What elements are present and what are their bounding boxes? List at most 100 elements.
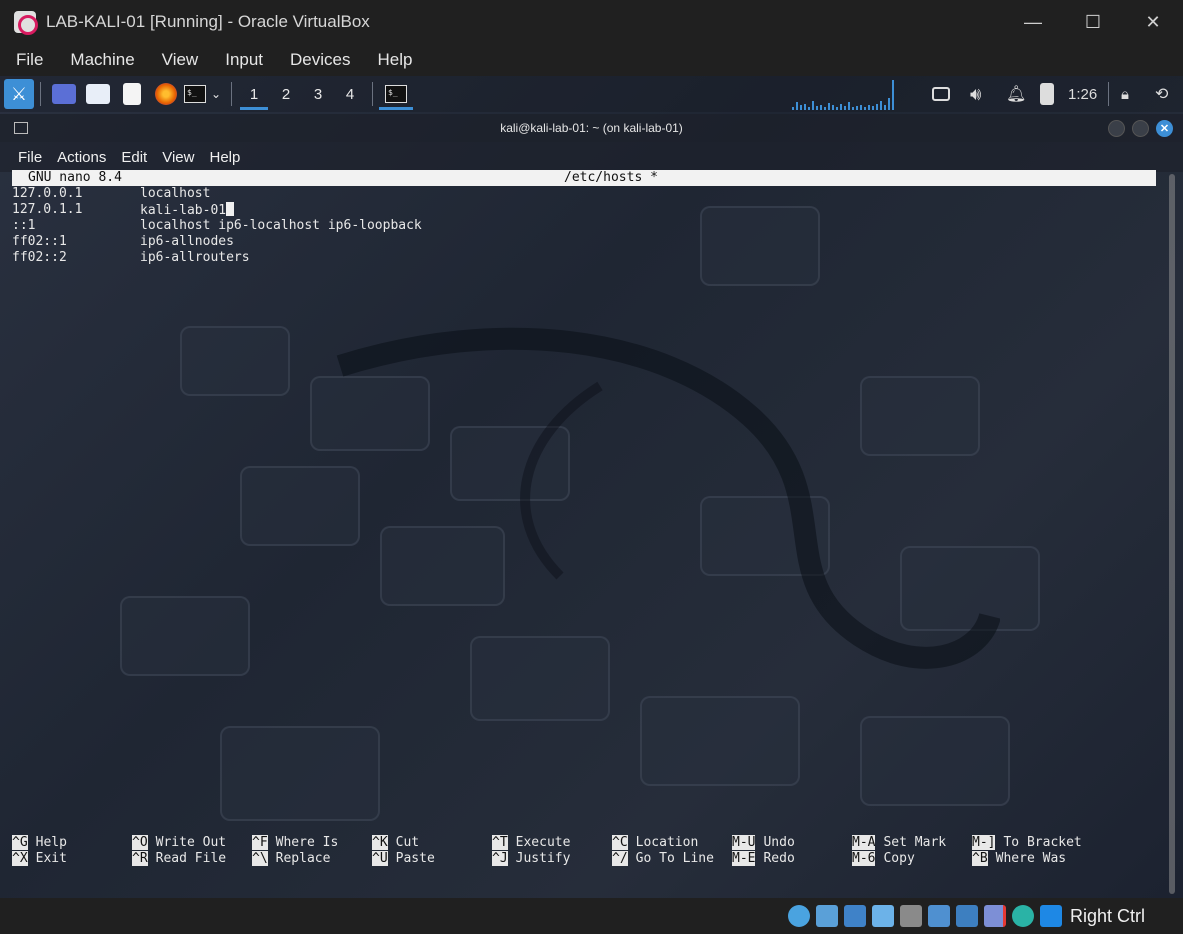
host-address: 127.0.0.1: [12, 186, 83, 201]
host-name: ip6-allrouters: [140, 250, 250, 265]
kali-menu-button[interactable]: ⚔: [4, 79, 34, 109]
terminal-menu-view[interactable]: View: [162, 149, 194, 166]
shortcut-replace[interactable]: ^\ Replace: [252, 851, 330, 867]
shortcut-set-mark[interactable]: M-A Set Mark: [852, 835, 946, 851]
network-button[interactable]: [932, 76, 950, 112]
host-address: ff02::2: [12, 250, 67, 265]
shortcut-exit[interactable]: ^X Exit: [12, 851, 67, 867]
menu-view[interactable]: View: [152, 50, 209, 70]
terminal-menu-file[interactable]: File: [18, 149, 42, 166]
terminal-maximize-button[interactable]: [1132, 120, 1149, 137]
minimize-button[interactable]: —: [1003, 0, 1063, 44]
cpu-graph-bar: [844, 106, 846, 110]
battery-icon: [1040, 83, 1054, 105]
shortcut-redo[interactable]: M-E Redo: [732, 851, 795, 867]
battery-button[interactable]: [1040, 76, 1054, 112]
menu-devices[interactable]: Devices: [280, 50, 360, 70]
cpu-graph-bar: [812, 101, 814, 110]
nano-editor[interactable]: GNU nano 8.4 /etc/hosts * 127.0.0.1 local…: [12, 170, 1156, 890]
shared-folder-icon[interactable]: [899, 905, 922, 927]
nano-version: GNU nano 8.4: [28, 170, 122, 185]
terminal-title: kali@kali-lab-01: ~ (on kali-lab-01): [500, 121, 683, 135]
host-address: ::1: [12, 218, 36, 233]
cpu-graph-bar: [836, 107, 838, 110]
terminal-scrollbar[interactable]: [1169, 174, 1175, 894]
guest-display[interactable]: ⚔ $_ ⌄ 1 2 3 4 $_ 🔊︎ 🔔︎ 1:26 🔒︎ ⟲ kali@k…: [0, 76, 1183, 898]
notification-bell-icon[interactable]: 🔔︎: [1006, 76, 1026, 112]
shortcut-read-file[interactable]: ^R Read File: [132, 851, 226, 867]
kali-panel: ⚔ $_ ⌄ 1 2 3 4 $_ 🔊︎ 🔔︎ 1:26 🔒︎ ⟲: [0, 76, 1183, 112]
cpu-graph-bar: [828, 103, 830, 110]
cpu-graph-bar: [816, 106, 818, 110]
cpu-graph-bar: [800, 105, 802, 110]
show-desktop-button[interactable]: [47, 76, 81, 112]
recording-icon[interactable]: [955, 905, 978, 927]
shortcut-copy[interactable]: M-6 Copy: [852, 851, 915, 867]
desktop-icon: [52, 84, 76, 104]
terminal-close-button[interactable]: ✕: [1156, 120, 1173, 137]
text-editor-button[interactable]: [115, 76, 149, 112]
audio-icon[interactable]: [815, 905, 838, 927]
cpu-graph: [792, 80, 902, 110]
shortcut-to-bracket[interactable]: M-] To Bracket: [972, 835, 1082, 851]
optical-drive-icon[interactable]: [787, 905, 810, 927]
volume-icon[interactable]: 🔊︎: [970, 76, 981, 112]
cpu-graph-bar: [820, 105, 822, 110]
cpu-graph-bar: [824, 107, 826, 110]
menu-help[interactable]: Help: [368, 50, 423, 70]
cpu-graph-bar: [852, 107, 854, 110]
host-status-bar: Right Ctrl: [0, 898, 1183, 934]
nano-shortcut-bar: ^G Help ^X Exit ^O Write Out ^R Read File ^F…: [12, 835, 1156, 869]
terminal-launcher-button[interactable]: $_: [183, 76, 207, 112]
shortcut-write-out[interactable]: ^O Write Out: [132, 835, 226, 851]
shortcut-help[interactable]: ^G Help: [12, 835, 67, 851]
kali-dragon-icon: ⚔: [10, 83, 28, 104]
shortcut-cut[interactable]: ^K Cut: [372, 835, 419, 851]
panel-separator: [372, 82, 373, 106]
shortcut-where-is[interactable]: ^F Where Is: [252, 835, 338, 851]
lock-icon[interactable]: 🔒︎: [1121, 76, 1129, 112]
guest-additions-icon[interactable]: [1011, 905, 1034, 927]
mouse-integration-icon[interactable]: [1039, 905, 1062, 927]
maximize-button[interactable]: ☐: [1063, 0, 1123, 44]
cpu-graph-bar: [832, 105, 834, 110]
terminal-menu-edit[interactable]: Edit: [121, 149, 147, 166]
terminal-titlebar[interactable]: kali@kali-lab-01: ~ (on kali-lab-01) ✕: [0, 114, 1183, 142]
cpu-graph-bar: [884, 105, 886, 110]
shortcut-undo[interactable]: M-U Undo: [732, 835, 795, 851]
chevron-down-icon[interactable]: ⌄: [207, 76, 225, 112]
firefox-button[interactable]: [149, 76, 183, 112]
menu-file[interactable]: File: [6, 50, 53, 70]
shortcut-justify[interactable]: ^J Justify: [492, 851, 570, 867]
terminal-window-icon: [14, 122, 28, 134]
folder-icon: [86, 84, 110, 104]
workspace-4[interactable]: 4: [334, 76, 366, 112]
clock[interactable]: 1:26: [1068, 76, 1097, 112]
shortcut-execute[interactable]: ^T Execute: [492, 835, 570, 851]
close-button[interactable]: ✕: [1123, 0, 1183, 44]
terminal-menu-help[interactable]: Help: [209, 149, 240, 166]
workspace-2[interactable]: 2: [270, 76, 302, 112]
cpu-graph-bar: [840, 104, 842, 110]
menu-machine[interactable]: Machine: [60, 50, 144, 70]
shortcut-go-to-line[interactable]: ^/Go To Line: [612, 851, 714, 867]
shortcut-where-was[interactable]: ^B Where Was: [972, 851, 1066, 867]
network-adapter-icon[interactable]: [843, 905, 866, 927]
cpu-vt-icon[interactable]: [983, 905, 1006, 927]
shortcut-paste[interactable]: ^U Paste: [372, 851, 435, 867]
workspace-1[interactable]: 1: [238, 76, 270, 112]
usb-icon[interactable]: [871, 905, 894, 927]
cpu-graph-bar: [892, 80, 894, 110]
cpu-graph-bar: [864, 107, 866, 110]
file-manager-button[interactable]: [81, 76, 115, 112]
menu-input[interactable]: Input: [215, 50, 273, 70]
terminal-menu-actions[interactable]: Actions: [57, 149, 106, 166]
shortcut-location[interactable]: ^C Location: [612, 835, 698, 851]
display-icon[interactable]: [927, 905, 950, 927]
terminal-minimize-button[interactable]: [1108, 120, 1125, 137]
taskbar-terminal[interactable]: $_: [379, 76, 413, 112]
logout-icon[interactable]: ⟲: [1155, 76, 1168, 112]
workspace-3[interactable]: 3: [302, 76, 334, 112]
cpu-graph-bar: [888, 98, 890, 110]
close-icon: ✕: [1159, 123, 1170, 135]
